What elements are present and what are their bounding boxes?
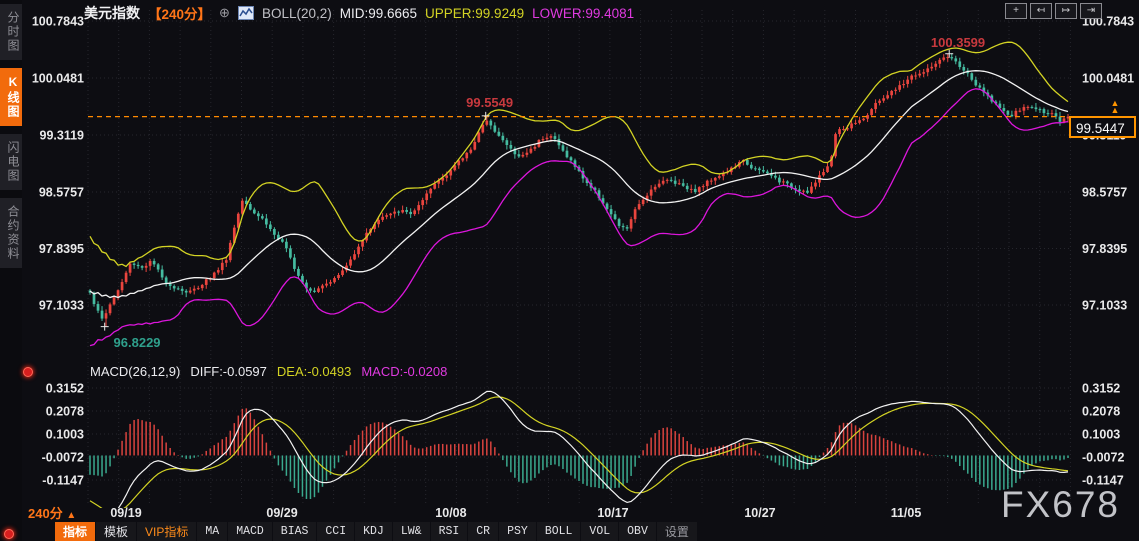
toolbar-tab-3[interactable]: MA <box>197 522 228 541</box>
macd-axis-label-right: 0.2078 <box>1082 405 1120 419</box>
boll-mid-value: MID:99.6665 <box>339 5 418 21</box>
watermark: FX678 <box>1001 484 1121 525</box>
chart-canvas[interactable]: 100.7843 100.7843100.0481 100.048199.31199… <box>0 0 1139 541</box>
chart-header: 美元指数 【240分】 ⊕ BOLL(20,2) MID:99.6665 UPP… <box>84 3 634 23</box>
toolbar-tab-9[interactable]: RSI <box>430 522 468 541</box>
bollinger-layer <box>89 41 1069 347</box>
x-axis-label: 10/08 <box>435 506 466 520</box>
macd-dea-value: DEA:-0.0493 <box>276 364 352 379</box>
pan-end-icon[interactable]: ⇥ <box>1080 3 1102 19</box>
alert-icon[interactable] <box>23 367 33 377</box>
symbol-name: 美元指数 <box>84 5 140 21</box>
y-axis-label-right: 97.1033 <box>1082 299 1127 313</box>
scale-left-icon[interactable]: ↤ <box>1030 3 1052 19</box>
x-axis-label: 10/27 <box>744 506 775 520</box>
macd-axis-label-right: -0.0072 <box>1082 451 1124 465</box>
sidebar-item-0[interactable]: 分时图 <box>0 4 22 60</box>
macd-axis-label-left: 0.2078 <box>46 405 84 419</box>
macd-diff-value: DIFF:-0.0597 <box>190 364 267 379</box>
toolbar-tab-7[interactable]: KDJ <box>355 522 392 541</box>
alert-icon-bottom[interactable] <box>4 529 14 539</box>
scale-right-icon[interactable]: ↦ <box>1055 3 1077 19</box>
macd-axis-label-left: -0.0072 <box>42 451 84 465</box>
period-selector-label: 240分 <box>28 506 63 521</box>
crosshair-icon[interactable]: + <box>1005 3 1027 19</box>
toolbar-tab-5[interactable]: BIAS <box>272 522 317 541</box>
toolbar-tab-2[interactable]: VIP指标 <box>137 522 197 541</box>
sidebar-item-2[interactable]: 闪电图 <box>0 134 22 190</box>
y-axis-label-right: 97.8395 <box>1082 242 1127 256</box>
y-axis-label-left: 98.5757 <box>39 186 84 200</box>
macd-axis-label-left: 0.3152 <box>46 382 84 396</box>
y-axis-label-left: 97.1033 <box>39 299 84 313</box>
period-selector[interactable]: 240分 ▲ <box>28 503 76 522</box>
toolbar-tab-13[interactable]: VOL <box>581 522 619 541</box>
chart-type-icon[interactable] <box>237 6 254 20</box>
toolbar-tab-14[interactable]: OBV <box>619 522 656 541</box>
period-label: 【240分】 <box>148 7 212 22</box>
x-axis-label: 11/05 <box>891 506 922 520</box>
price-annotation: 100.3599 <box>931 35 985 50</box>
macd-title: MACD(26,12,9) <box>90 364 181 379</box>
toolbar-tab-1[interactable]: 模板 <box>96 522 137 541</box>
x-axis-label: 09/29 <box>266 506 297 520</box>
price-annotation: 99.5549 <box>466 95 513 110</box>
y-axis-label-left: 99.3119 <box>40 129 85 143</box>
toolbar-tab-10[interactable]: CR <box>468 522 499 541</box>
macd-axis-label-right: 0.3152 <box>1082 382 1120 396</box>
x-axis-label: 09/19 <box>110 506 141 520</box>
macd-macd-value: MACD:-0.0208 <box>361 364 448 379</box>
boll-lower-value: LOWER:99.4081 <box>532 5 635 21</box>
toolbar-tab-6[interactable]: CCI <box>317 522 355 541</box>
grid <box>87 10 1071 503</box>
add-indicator-icon[interactable]: ⊕ <box>219 5 230 21</box>
trading-app: 100.7843 100.7843 100.0481 100.0481 99.3119 9… <box>0 0 1139 541</box>
price-alert-icon[interactable]: ▲ ▲ <box>1108 99 1122 115</box>
toolbar-tab-15[interactable]: 设置 <box>656 522 697 541</box>
toolbar-tab-11[interactable]: PSY <box>499 522 536 541</box>
boll-upper-value: UPPER:99.9249 <box>425 5 525 21</box>
macd-header: MACD(26,12,9) DIFF:-0.0597 DEA:-0.0493 M… <box>90 364 447 379</box>
macd-axis-label-right: 0.1003 <box>1082 428 1120 442</box>
sidebar-item-3[interactable]: 合约资料 <box>0 198 22 268</box>
sidebar-item-1[interactable]: K线图 <box>0 68 22 126</box>
y-axis-label-left: 100.7843 <box>32 15 84 29</box>
y-axis-label-right: 100.0481 <box>1082 72 1134 86</box>
toolbar-tab-4[interactable]: MACD <box>228 522 272 541</box>
price-annotation: 96.8229 <box>114 335 161 350</box>
sidebar: 分时图 K线图闪电图合约资料 <box>0 0 22 541</box>
y-axis-label-left: 97.8395 <box>39 242 84 256</box>
macd-axis-label-left: -0.1147 <box>42 474 84 488</box>
indicator-name: BOLL(20,2) <box>261 5 332 21</box>
y-axis-label-right: 98.5757 <box>1082 186 1127 200</box>
x-axis-label: 10/17 <box>597 506 628 520</box>
y-axis-label-left: 100.0481 <box>32 72 84 86</box>
toolbar-tab-8[interactable]: LW& <box>392 522 430 541</box>
macd-axis-label-left: 0.1003 <box>46 428 84 442</box>
indicator-toolbar: 指标 模板 VIP指标 MA MACD BIAS CCI KDJ LW& RSI CR PSY BOLL… <box>55 522 698 541</box>
toolbar-tab-0[interactable]: 指标 <box>55 522 96 541</box>
chart-tools: + ↤ ↦ ⇥ <box>1005 3 1102 19</box>
chevron-up-icon: ▲ <box>66 510 77 521</box>
toolbar-tab-12[interactable]: BOLL <box>536 522 581 541</box>
current-price-tag: 99.5447 <box>1069 116 1136 138</box>
